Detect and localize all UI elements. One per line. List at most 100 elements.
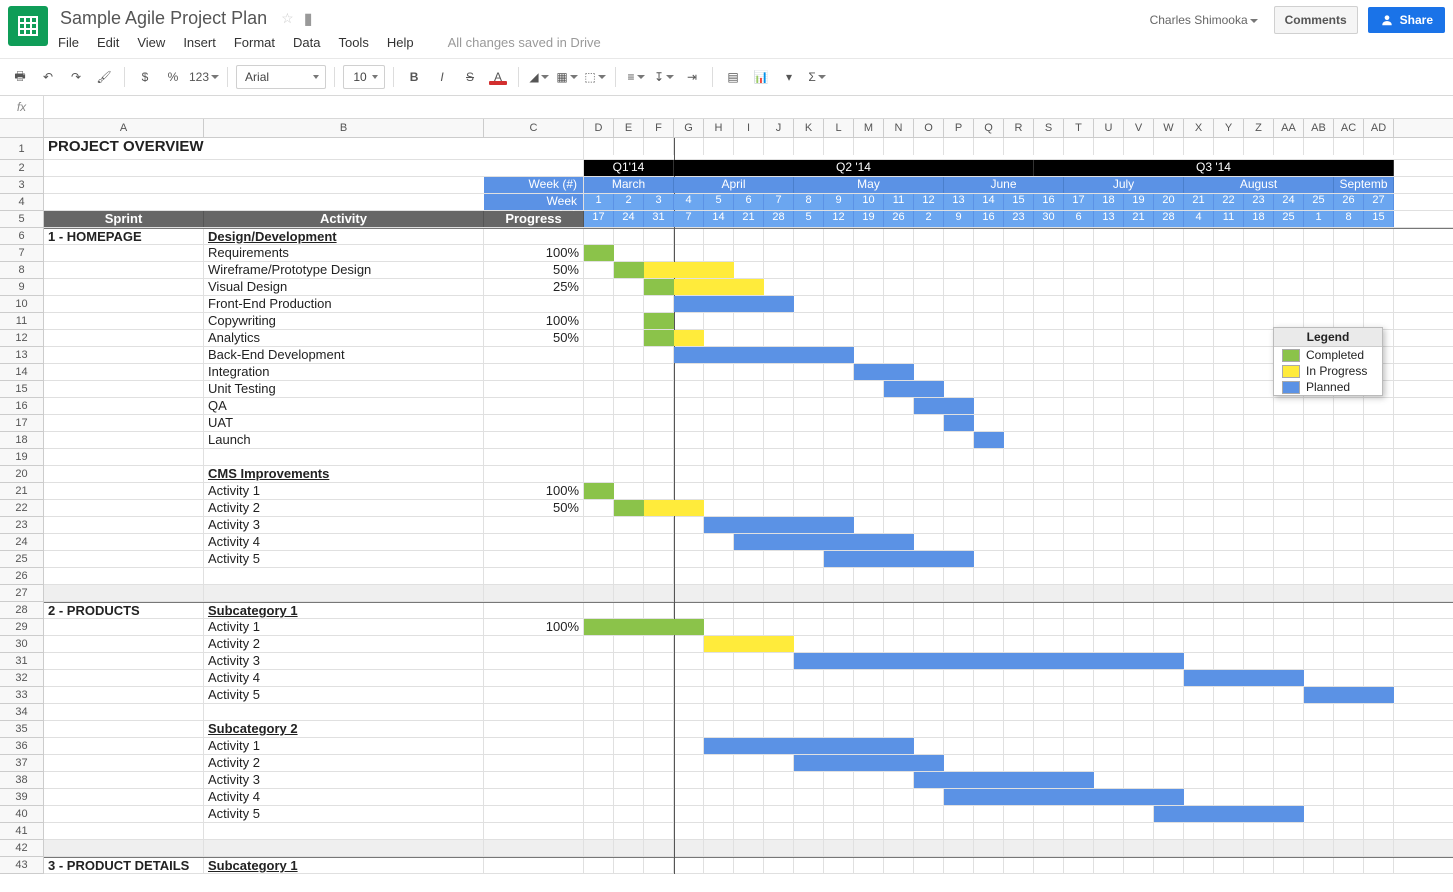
activity-cell[interactable]: Back-End Development [204, 347, 484, 363]
col-O[interactable]: O [914, 119, 944, 137]
progress-cell[interactable]: 100% [484, 313, 584, 329]
col-AA[interactable]: AA [1274, 119, 1304, 137]
menu-view[interactable]: View [137, 35, 165, 50]
v-align-icon[interactable]: ↧ [652, 65, 676, 89]
sprint-cell[interactable] [44, 738, 204, 754]
activity-cell[interactable]: QA [204, 398, 484, 414]
sprint-cell[interactable] [44, 279, 204, 295]
paint-format-icon[interactable]: 🖌 [92, 65, 116, 89]
row-13[interactable]: 13 [0, 347, 43, 364]
progress-cell[interactable] [484, 755, 584, 771]
row-4[interactable]: 4 [0, 194, 43, 211]
col-AB[interactable]: AB [1304, 119, 1334, 137]
comments-button[interactable]: Comments [1274, 6, 1358, 34]
activity-cell[interactable] [204, 704, 484, 720]
activity-cell[interactable]: Wireframe/Prototype Design [204, 262, 484, 278]
row-34[interactable]: 34 [0, 704, 43, 721]
activity-cell[interactable]: Front-End Production [204, 296, 484, 312]
col-C[interactable]: C [484, 119, 584, 137]
row-11[interactable]: 11 [0, 313, 43, 330]
borders-icon[interactable]: ▦ [555, 65, 579, 89]
sheet-row[interactable] [44, 823, 1453, 840]
progress-cell[interactable] [484, 466, 584, 482]
activity-cell[interactable]: Activity 5 [204, 806, 484, 822]
column-headers[interactable]: ABCDEFGHIJKLMNOPQRSTUVWXYZAAABACAD [0, 119, 1453, 138]
row-18[interactable]: 18 [0, 432, 43, 449]
activity-cell[interactable]: Subcategory 2 [204, 721, 484, 737]
row-25[interactable]: 25 [0, 551, 43, 568]
sprint-cell[interactable] [44, 636, 204, 652]
col-K[interactable]: K [794, 119, 824, 137]
progress-cell[interactable] [484, 670, 584, 686]
row-23[interactable]: 23 [0, 517, 43, 534]
col-D[interactable]: D [584, 119, 614, 137]
sprint-cell[interactable] [44, 347, 204, 363]
sprint-cell[interactable] [44, 245, 204, 261]
sheet-row[interactable]: Activity 3 [44, 772, 1453, 789]
bold-button[interactable]: B [402, 65, 426, 89]
sheet-row[interactable]: Activity 5 [44, 687, 1453, 704]
col-T[interactable]: T [1064, 119, 1094, 137]
sprint-cell[interactable] [44, 789, 204, 805]
progress-cell[interactable]: 50% [484, 330, 584, 346]
row-29[interactable]: 29 [0, 619, 43, 636]
progress-cell[interactable] [484, 653, 584, 669]
activity-cell[interactable]: CMS Improvements [204, 466, 484, 482]
insert-chart-icon[interactable]: 📊 [749, 65, 773, 89]
percent-button[interactable]: % [161, 65, 185, 89]
col-V[interactable]: V [1124, 119, 1154, 137]
progress-cell[interactable] [484, 585, 584, 601]
sheet-row[interactable]: Front-End Production [44, 296, 1453, 313]
row-26[interactable]: 26 [0, 568, 43, 585]
sprint-cell[interactable]: 2 - PRODUCTS [44, 603, 204, 618]
sprint-cell[interactable] [44, 330, 204, 346]
progress-cell[interactable] [484, 229, 584, 244]
sprint-cell[interactable] [44, 823, 204, 839]
col-B[interactable]: B [204, 119, 484, 137]
progress-cell[interactable] [484, 772, 584, 788]
progress-cell[interactable] [484, 568, 584, 584]
sprint-cell[interactable] [44, 585, 204, 601]
sprint-cell[interactable] [44, 534, 204, 550]
progress-cell[interactable] [484, 534, 584, 550]
sheet-row[interactable]: Launch [44, 432, 1453, 449]
activity-cell[interactable] [204, 449, 484, 465]
font-size-select[interactable]: 10 [343, 65, 385, 89]
sprint-cell[interactable] [44, 806, 204, 822]
sprint-cell[interactable]: 3 - PRODUCT DETAILS [44, 858, 204, 873]
activity-cell[interactable] [204, 840, 484, 856]
col-E[interactable]: E [614, 119, 644, 137]
redo-icon[interactable]: ↷ [64, 65, 88, 89]
col-H[interactable]: H [704, 119, 734, 137]
col-Q[interactable]: Q [974, 119, 1004, 137]
progress-cell[interactable] [484, 858, 584, 873]
progress-cell[interactable]: 100% [484, 619, 584, 635]
progress-cell[interactable]: 50% [484, 262, 584, 278]
fill-color-icon[interactable]: ◢ [527, 65, 551, 89]
progress-cell[interactable] [484, 517, 584, 533]
menu-file[interactable]: File [58, 35, 79, 50]
sprint-cell[interactable] [44, 466, 204, 482]
share-button[interactable]: Share [1368, 7, 1445, 33]
menu-edit[interactable]: Edit [97, 35, 119, 50]
progress-cell[interactable] [484, 721, 584, 737]
activity-cell[interactable]: Launch [204, 432, 484, 448]
row-8[interactable]: 8 [0, 262, 43, 279]
sprint-cell[interactable] [44, 670, 204, 686]
sprint-cell[interactable] [44, 517, 204, 533]
doc-title[interactable]: Sample Agile Project Plan [56, 6, 271, 31]
sheet-row[interactable]: Activity 1100% [44, 483, 1453, 500]
row-14[interactable]: 14 [0, 364, 43, 381]
menu-insert[interactable]: Insert [183, 35, 216, 50]
star-icon[interactable]: ☆ [281, 10, 294, 27]
col-I[interactable]: I [734, 119, 764, 137]
sheet-row[interactable]: Q1'14Q2 '14Q3 '14 [44, 160, 1453, 177]
filter-icon[interactable]: ▾ [777, 65, 801, 89]
progress-cell[interactable]: 25% [484, 279, 584, 295]
progress-cell[interactable] [484, 296, 584, 312]
sprint-cell[interactable] [44, 755, 204, 771]
sheet-row[interactable]: Week (#)MarchAprilMayJuneJulyAugustSepte… [44, 177, 1453, 194]
row-27[interactable]: 27 [0, 585, 43, 602]
row-33[interactable]: 33 [0, 687, 43, 704]
progress-cell[interactable] [484, 789, 584, 805]
